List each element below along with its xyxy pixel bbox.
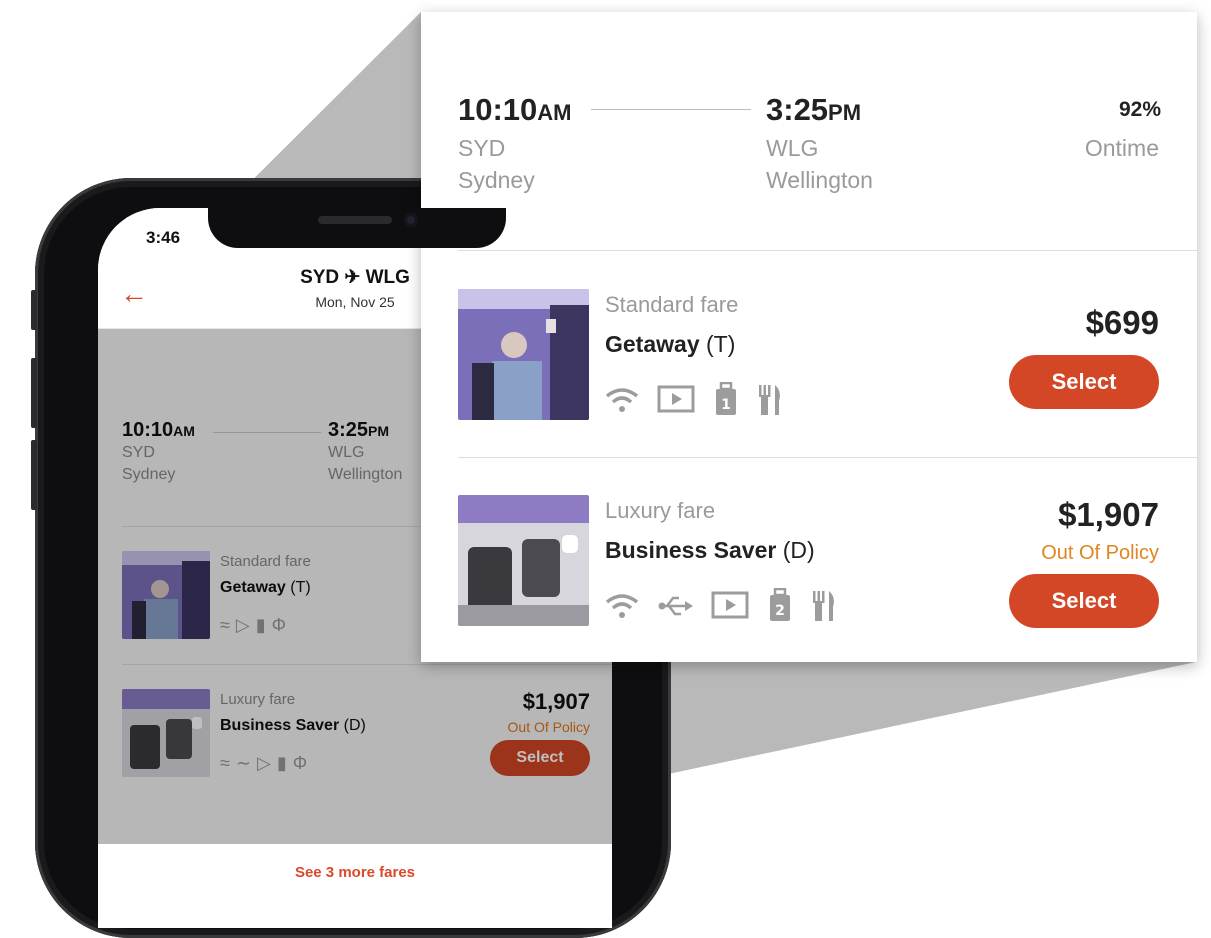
select-button[interactable]: Select [1009,574,1159,628]
out-of-policy-badge: Out Of Policy [1041,542,1159,564]
entertainment-icon [657,385,695,413]
depart-airport: SYD Sydney [458,135,535,193]
phone-mute-switch [31,290,37,330]
divider [458,250,1197,251]
phone-notch [208,208,506,248]
fare-label: Standard fare [605,292,739,317]
fare-price: $699 [1085,304,1159,341]
wifi-icon [605,594,639,618]
meal-icon [813,591,834,621]
wifi-icon [605,388,639,412]
depart-time: 10:10AM [458,92,572,127]
fare-label: Luxury fare [605,498,716,523]
fare-name: Business Saver (D) [605,537,815,563]
svg-text:2: 2 [775,603,785,619]
meal-icon [759,385,780,415]
entertainment-icon [711,591,749,619]
fare-name: Getaway (T) [605,331,736,357]
status-bar-time: 3:46 [146,228,181,247]
amenity-icons: 2 [605,588,837,624]
ontime-percentage: 92% [1118,98,1161,121]
luxury-fare-photo [458,495,589,626]
divider [458,457,1197,458]
speaker-grille [318,216,392,224]
ontime-label: Ontime [1084,135,1159,161]
select-button[interactable]: Select [1009,355,1159,409]
front-camera [404,213,418,227]
see-more-fares-link[interactable]: See 3 more fares [98,864,612,881]
phone-volume-up [31,358,37,428]
more-fares-bar: See 3 more fares [98,844,612,928]
flight-path-line [591,109,751,110]
arrive-airport: WLG Wellington [766,135,873,193]
standard-fare-photo [458,289,589,420]
fare-price: $1,907 [1058,496,1159,533]
arrive-time: 3:25PM [766,92,862,127]
zoomed-fare-card: 10:10AM SYD Sydney 3:25PM WLG Wellington 9… [421,12,1197,662]
svg-text:1: 1 [721,397,731,413]
bag-2-icon: 2 [770,588,790,621]
usb-icon [658,596,693,616]
amenity-icons: 1 [605,382,783,418]
bag-1-icon: 1 [716,382,736,415]
phone-volume-down [31,440,37,510]
